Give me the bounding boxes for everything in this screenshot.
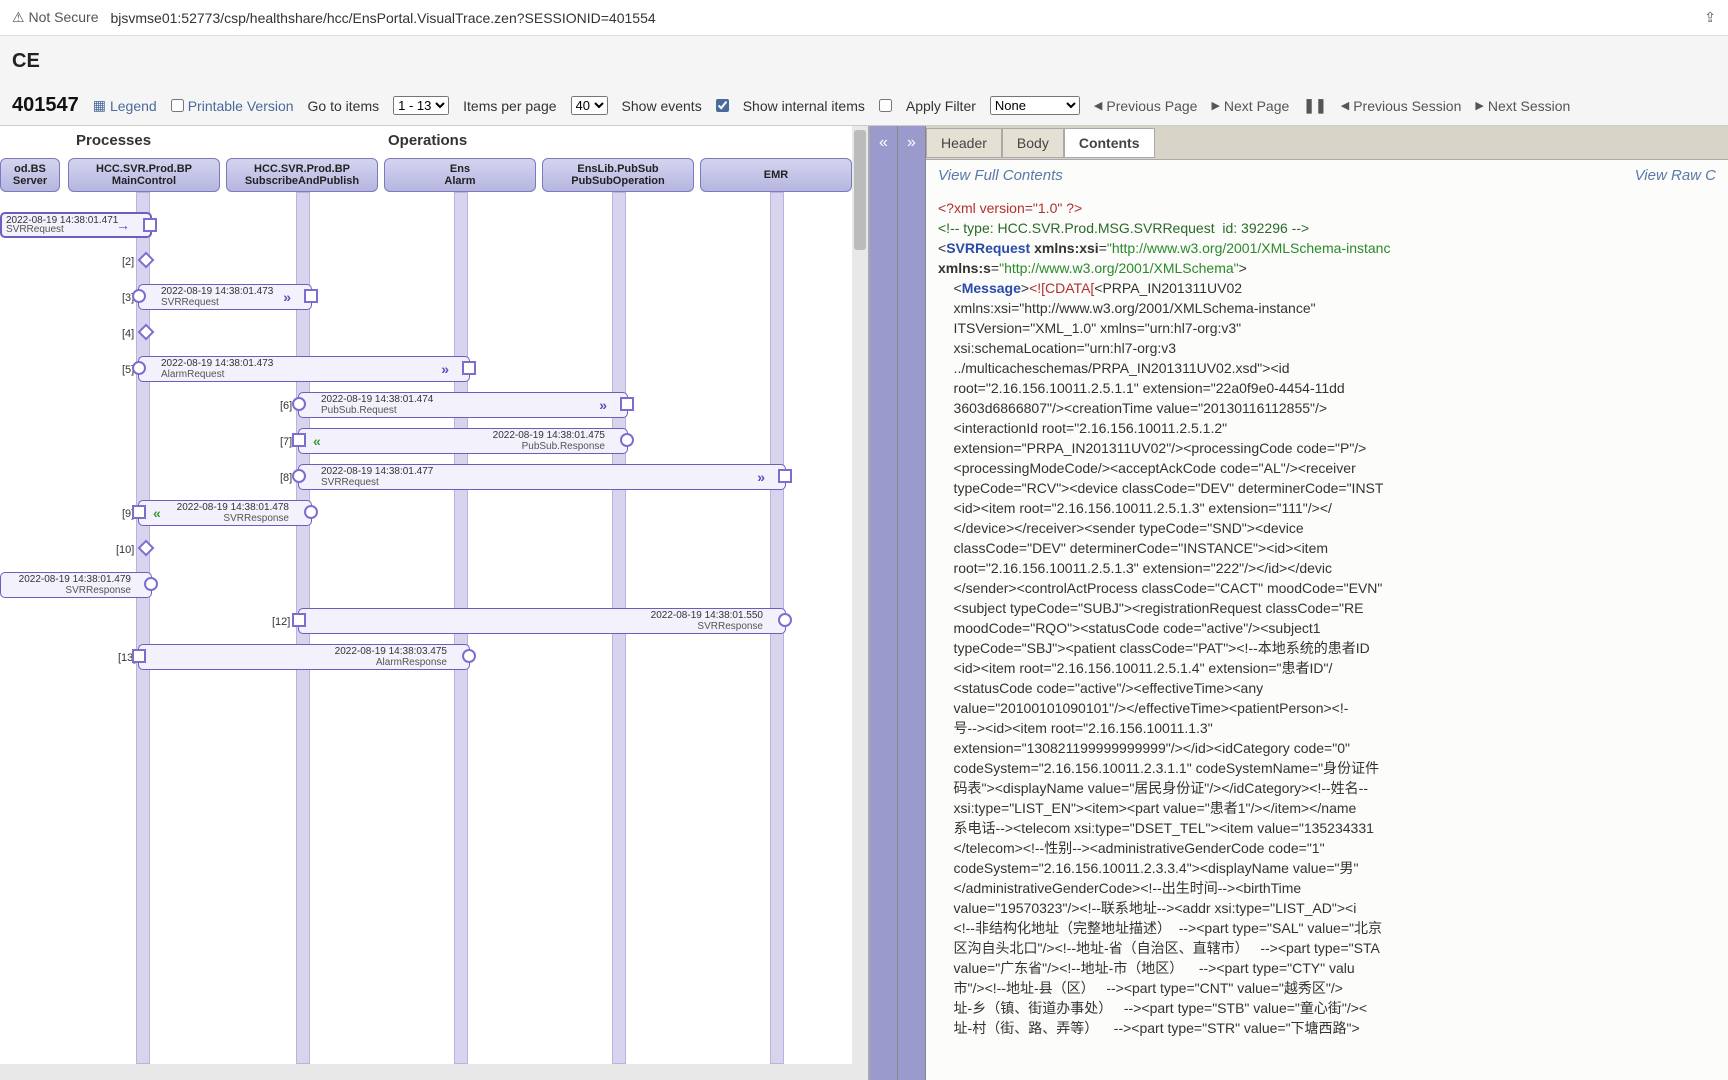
- idx-10: [10]: [116, 544, 134, 556]
- idx-4: [4]: [122, 328, 134, 340]
- swimlane-headers: Processes Operations od.BSServer HCC.SVR…: [0, 126, 852, 196]
- filter-select[interactable]: None: [990, 96, 1080, 115]
- view-full-link[interactable]: View Full Contents: [938, 167, 1063, 184]
- legend-link[interactable]: ▦ Legend: [93, 97, 157, 114]
- prev-page-button[interactable]: ◀ Previous Page: [1094, 98, 1198, 114]
- tab-header[interactable]: Header: [926, 128, 1002, 158]
- apply-filter-label: Apply Filter: [906, 98, 976, 114]
- browser-address-bar: ⚠ Not Secure bjsvmse01:52773/csp/healths…: [0, 0, 1728, 36]
- msg-13[interactable]: 2022-08-19 14:38:03.475 AlarmResponse: [138, 644, 470, 670]
- idx-8: [8]: [280, 472, 292, 484]
- trace-diagram: Processes Operations od.BSServer HCC.SVR…: [0, 126, 870, 1080]
- trace-scrollbar-h[interactable]: [0, 1064, 852, 1080]
- next-page-button[interactable]: ▶ Next Page: [1211, 98, 1289, 114]
- tab-body[interactable]: Body: [1002, 128, 1064, 158]
- lane-pubsub[interactable]: EnsLib.PubSubPubSubOperation: [542, 158, 694, 192]
- toolbar: 401547 ▦ Legend Printable Version Go to …: [0, 86, 1728, 126]
- msg-12[interactable]: 2022-08-19 14:38:01.550 SVRResponse: [298, 608, 786, 634]
- printable-checkbox[interactable]: [171, 99, 184, 112]
- idx-12: [12]: [272, 616, 290, 628]
- share-icon[interactable]: ⇪: [1704, 9, 1716, 26]
- section-operations: Operations: [388, 132, 467, 149]
- view-raw-link[interactable]: View Raw C: [1635, 167, 1716, 184]
- lane-alarm[interactable]: EnsAlarm: [384, 158, 536, 192]
- msg-5[interactable]: 2022-08-19 14:38:01.473 AlarmRequest »: [138, 356, 470, 382]
- page-title: CE: [0, 36, 1728, 86]
- xml-content[interactable]: <?xml version="1.0" ?><!-- type: HCC.SVR…: [926, 190, 1728, 1080]
- detail-tabs: Header Body Contents: [926, 126, 1728, 160]
- collapse-left-button[interactable]: «: [870, 126, 898, 1080]
- goto-select[interactable]: 1 - 13: [393, 96, 449, 115]
- msg-8[interactable]: 2022-08-19 14:38:01.477 SVRRequest »: [298, 464, 786, 490]
- expand-right-button[interactable]: »: [898, 126, 926, 1080]
- printable-link[interactable]: Printable Version: [171, 98, 294, 114]
- not-secure-badge: ⚠ Not Secure: [12, 9, 99, 26]
- diamond-2[interactable]: [138, 252, 155, 269]
- next-session-button[interactable]: ▶ Next Session: [1475, 98, 1570, 114]
- diamond-10[interactable]: [138, 540, 155, 557]
- msg-3[interactable]: 2022-08-19 14:38:01.473 SVRRequest »: [138, 284, 312, 310]
- main-area: Processes Operations od.BSServer HCC.SVR…: [0, 126, 1728, 1080]
- lane-emr[interactable]: EMR: [700, 158, 852, 192]
- diamond-4[interactable]: [138, 324, 155, 341]
- msg-9[interactable]: « 2022-08-19 14:38:01.478 SVRResponse: [138, 500, 312, 526]
- show-events-label: Show events: [622, 98, 702, 114]
- goto-label: Go to items: [308, 98, 380, 114]
- lane-subscribe[interactable]: HCC.SVR.Prod.BPSubscribeAndPublish: [226, 158, 378, 192]
- trace-scrollbar-v[interactable]: [852, 126, 868, 1080]
- tab-contents[interactable]: Contents: [1064, 128, 1155, 158]
- idx-7: [7]: [280, 436, 292, 448]
- msg-11[interactable]: 2022-08-19 14:38:01.479 SVRResponse: [0, 572, 152, 598]
- lane-maincontrol[interactable]: HCC.SVR.Prod.BPMainControl: [68, 158, 220, 192]
- msg-6[interactable]: 2022-08-19 14:38:01.474 PubSub.Request »: [298, 392, 628, 418]
- url-text[interactable]: bjsvmse01:52773/csp/healthshare/hcc/EnsP…: [111, 10, 1697, 26]
- msg-7[interactable]: « 2022-08-19 14:38:01.475 PubSub.Respons…: [298, 428, 628, 454]
- show-events-checkbox[interactable]: [716, 99, 729, 112]
- session-id: 401547: [12, 94, 79, 117]
- idx-6: [6]: [280, 400, 292, 412]
- show-internal-checkbox[interactable]: [879, 99, 892, 112]
- idx-2: [2]: [122, 256, 134, 268]
- show-internal-label: Show internal items: [743, 98, 865, 114]
- trace-body: 2022-08-19 14:38:01.471 SVRRequest → [2]…: [0, 196, 852, 1064]
- detail-links: View Full Contents View Raw C: [926, 160, 1728, 190]
- section-processes: Processes: [76, 132, 151, 149]
- pause-icon[interactable]: ❚❚: [1303, 97, 1326, 114]
- prev-session-button[interactable]: ◀ Previous Session: [1341, 98, 1462, 114]
- lane-services[interactable]: od.BSServer: [0, 158, 60, 192]
- perpage-label: Items per page: [463, 98, 556, 114]
- detail-panel: Header Body Contents View Full Contents …: [926, 126, 1728, 1080]
- msg-1[interactable]: 2022-08-19 14:38:01.471 SVRRequest →: [0, 212, 152, 238]
- perpage-select[interactable]: 40: [571, 96, 608, 115]
